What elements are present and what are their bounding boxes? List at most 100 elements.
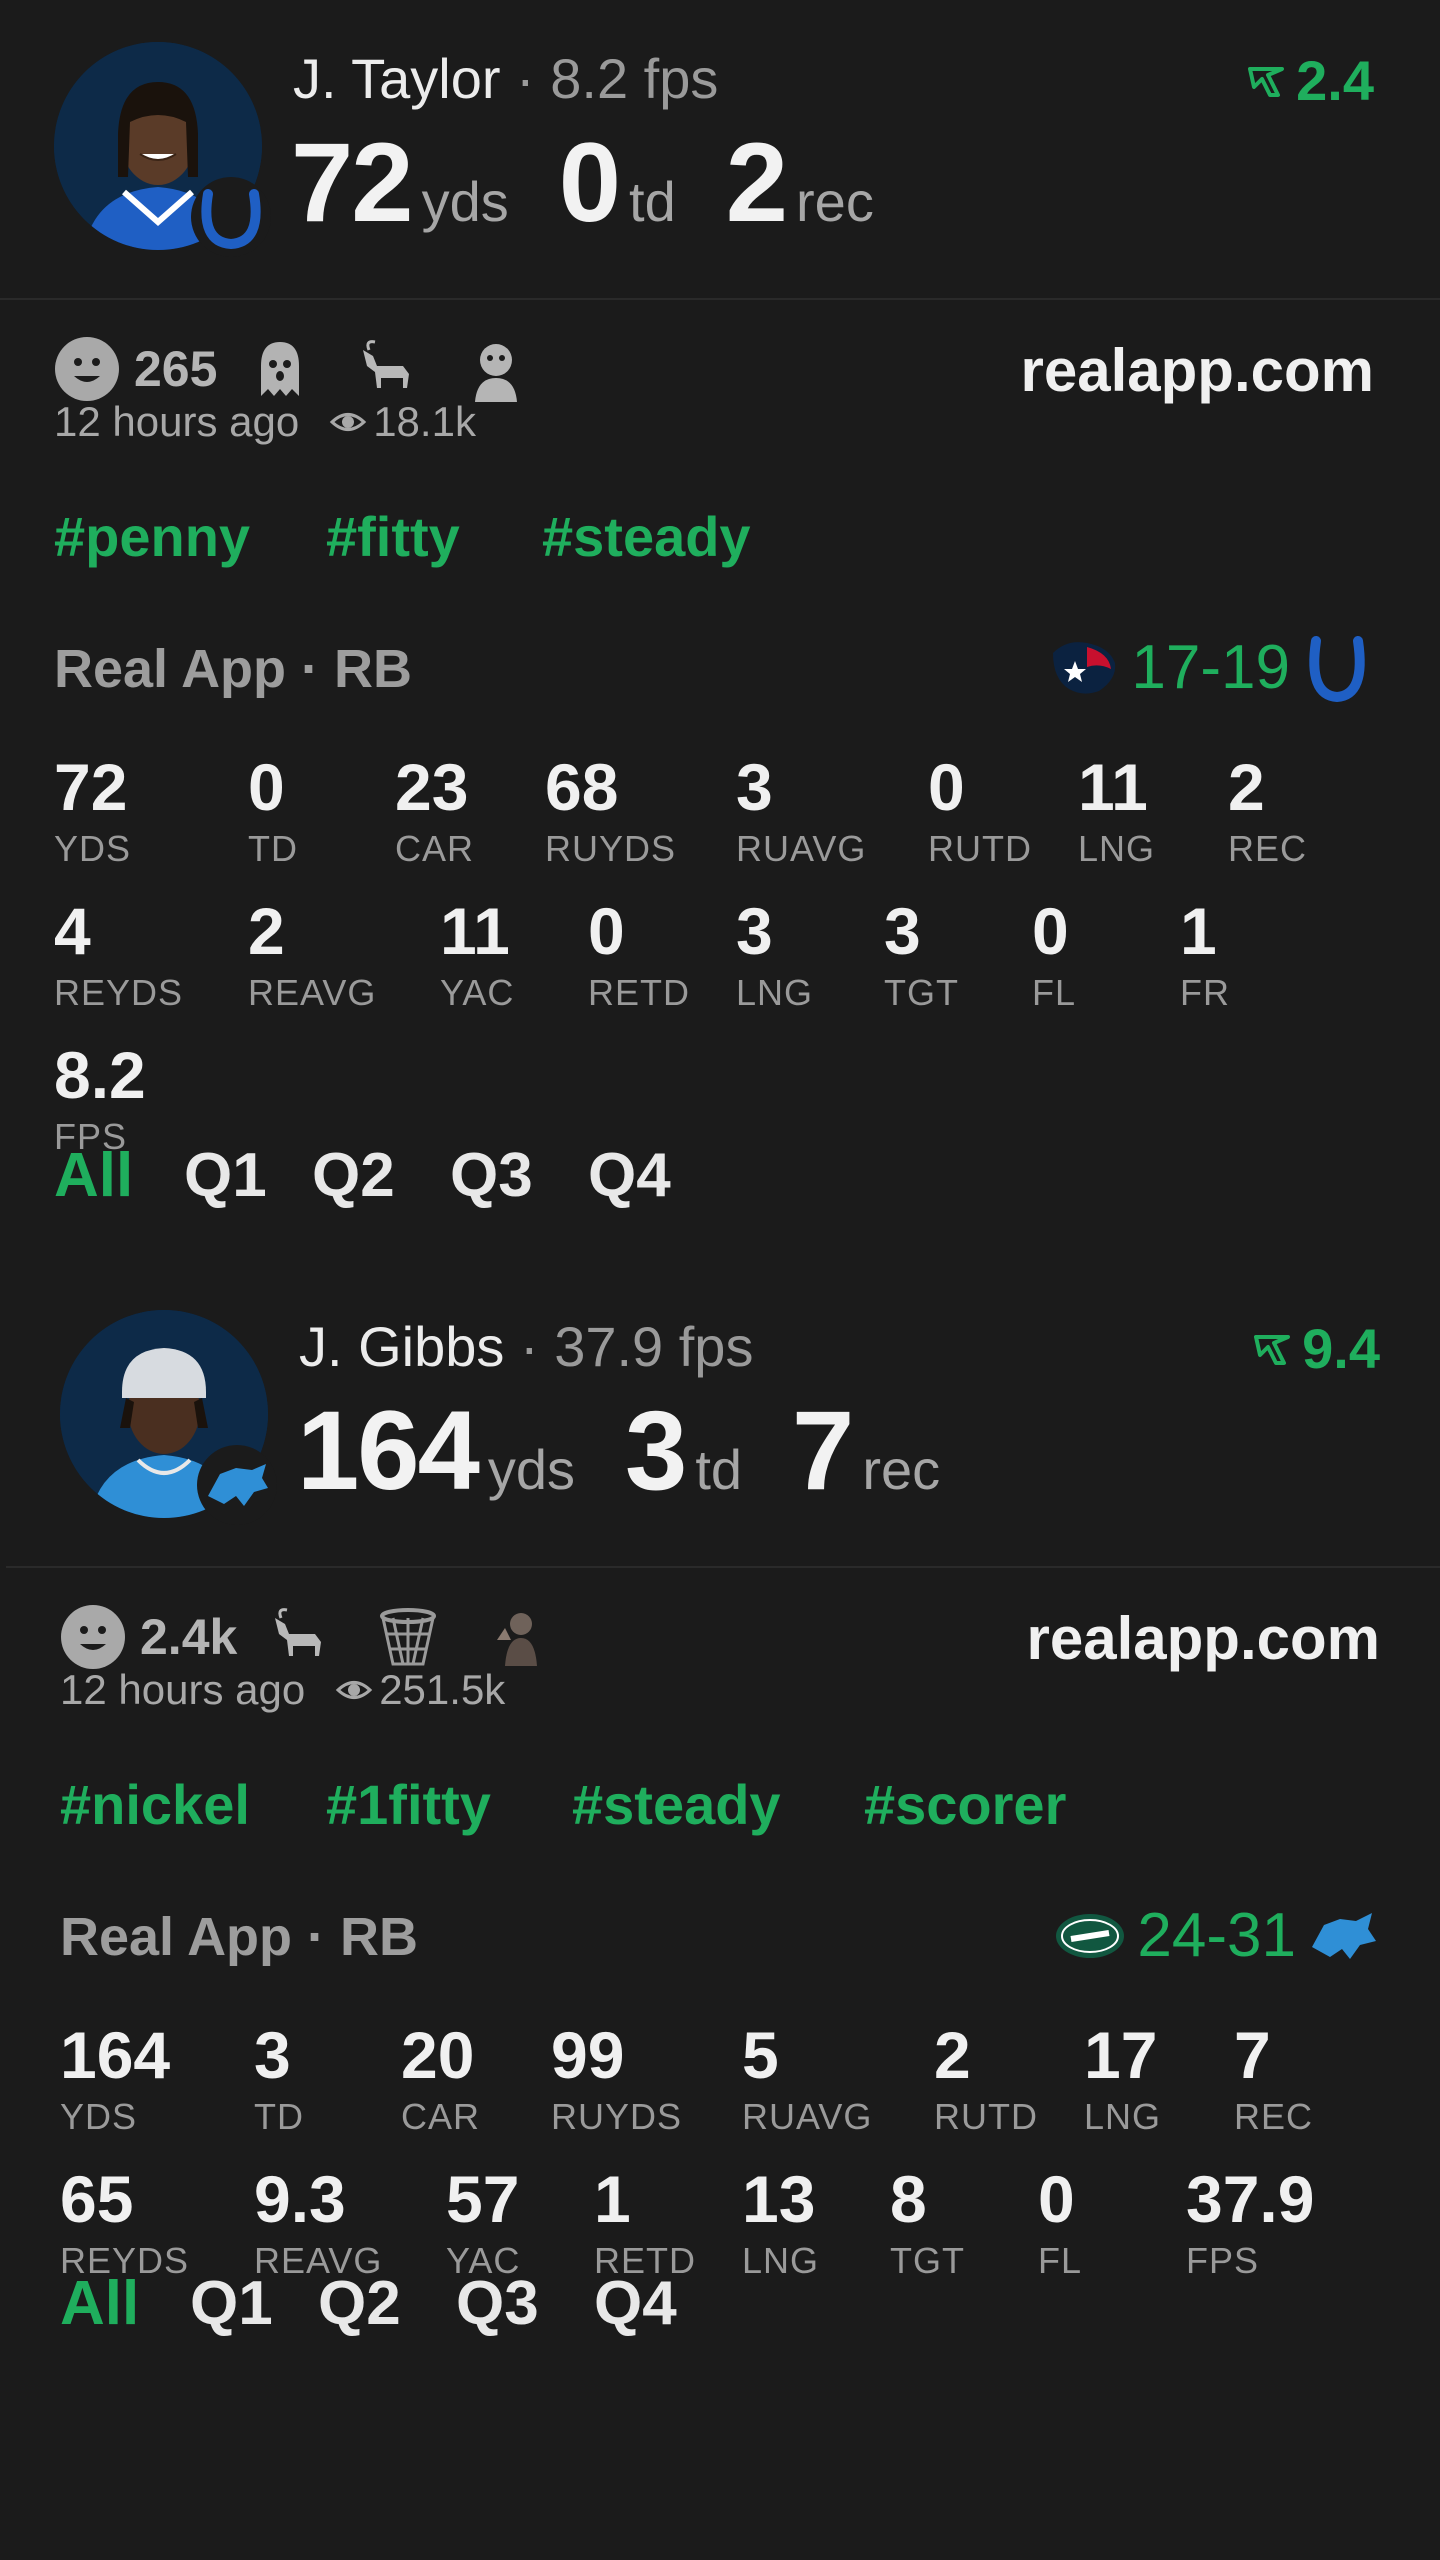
player-card-gibbs[interactable]: J. Gibbs · 37.9 fps 9.4 164 yds 3 td 7 r… — [0, 1268, 1440, 2382]
stat-label: TD — [248, 828, 298, 869]
stat-value: 99 — [551, 2018, 625, 2092]
tab-q3[interactable]: Q3 — [450, 1140, 533, 1211]
stat-cell: 99 RUYDS — [551, 2022, 682, 2138]
stat-value: 72 — [54, 750, 128, 824]
player-header[interactable]: J. Gibbs · 37.9 fps 9.4 164 yds 3 td 7 r… — [6, 1268, 1440, 1568]
player-name: J. Gibbs — [299, 1315, 505, 1378]
stat-cell: 0 RETD — [588, 898, 690, 1014]
stat-value: 164 — [60, 2018, 171, 2092]
trend-indicator: 2.4 — [1246, 48, 1374, 113]
stat-label: RETD — [588, 972, 690, 1013]
hashtag[interactable]: #nickel — [60, 1772, 250, 1837]
game-score[interactable]: 24-31 — [1053, 1900, 1380, 1971]
game-score[interactable]: 17-19 — [1047, 632, 1374, 703]
stat-label: FR — [1180, 972, 1230, 1013]
reaction-list[interactable]: 265 — [54, 336, 571, 402]
summary-td: 3 — [625, 1388, 687, 1513]
stat-label: YDS — [60, 2096, 138, 2137]
stat-value: 2 — [934, 2018, 971, 2092]
tab-q4[interactable]: Q4 — [594, 2268, 677, 2339]
trend-value: 9.4 — [1302, 1317, 1380, 1380]
jets-logo — [1056, 1913, 1125, 1958]
person-icon[interactable] — [483, 1604, 549, 1670]
trend-value: 2.4 — [1296, 49, 1374, 112]
smiley-icon[interactable] — [60, 1604, 126, 1670]
quarter-tabs: All Q1 Q2 Q3 Q4 — [6, 2262, 1440, 2382]
unit-yds: yds — [421, 170, 509, 233]
site-link[interactable]: realapp.com — [1027, 1604, 1380, 1673]
hashtag[interactable]: #steady — [572, 1772, 781, 1837]
post-meta: 12 hours ago 18.1k — [54, 398, 476, 446]
hashtag[interactable]: #penny — [54, 504, 250, 569]
trend-arrow-icon — [1254, 1334, 1291, 1365]
tab-q3[interactable]: Q3 — [456, 2268, 539, 2339]
tab-q1[interactable]: Q1 — [190, 2268, 273, 2339]
stat-value: 11 — [440, 894, 510, 968]
quarter-tabs: All Q1 Q2 Q3 Q4 — [0, 1134, 1440, 1254]
tab-all[interactable]: All — [54, 1140, 133, 1211]
stat-label: RUYDS — [545, 828, 677, 869]
player-header[interactable]: J. Taylor · 8.2 fps 2.4 72 yds 0 td 2 re… — [0, 0, 1440, 300]
stat-value: 9.3 — [254, 2162, 346, 2236]
stat-value: 2 — [248, 894, 285, 968]
hashtag[interactable]: #1fitty — [326, 1772, 491, 1837]
stat-label: LNG — [1084, 2096, 1162, 2137]
hashtag[interactable]: #fitty — [326, 504, 460, 569]
eye-icon — [336, 1681, 373, 1699]
reaction-count: 2.4k — [140, 1609, 238, 1665]
tab-q4[interactable]: Q4 — [588, 1140, 671, 1211]
stat-cell: 72 YDS — [54, 754, 131, 870]
goat-icon[interactable] — [355, 336, 421, 402]
monkey-icon[interactable] — [463, 336, 529, 402]
unit-rec: rec — [862, 1438, 941, 1501]
tab-all[interactable]: All — [60, 2268, 139, 2339]
goat-icon[interactable] — [267, 1604, 333, 1670]
stat-value: 7 — [1234, 2018, 1271, 2092]
stat-label: TGT — [884, 972, 959, 1013]
stat-label: RUYDS — [551, 2096, 683, 2137]
stat-value: 0 — [248, 750, 285, 824]
stat-cell: 5 RUAVG — [742, 2022, 872, 2138]
stat-cell: 17 LNG — [1084, 2022, 1161, 2138]
stat-cell: 0 RUTD — [928, 754, 1032, 870]
stat-label: RUAVG — [736, 828, 867, 869]
unit-td: td — [695, 1438, 743, 1501]
hashtag-row: #nickel #1fitty #steady #scorer — [6, 1708, 1440, 1886]
reaction-count: 265 — [134, 341, 218, 397]
stat-label: REC — [1228, 828, 1308, 869]
site-link[interactable]: realapp.com — [1021, 336, 1374, 405]
stat-value: 1 — [594, 2162, 631, 2236]
source-position: Real App · RB — [54, 639, 413, 699]
fantasy-points: 8.2 fps — [550, 47, 719, 110]
reaction-list[interactable]: 2.4k — [60, 1604, 591, 1670]
player-card-taylor[interactable]: J. Taylor · 8.2 fps 2.4 72 yds 0 td 2 re… — [0, 0, 1440, 1254]
stat-value: 65 — [60, 2162, 134, 2236]
hashtag-row: #penny #fitty #steady — [0, 440, 1440, 618]
tab-q2[interactable]: Q2 — [312, 1140, 395, 1211]
summary-rec: 7 — [792, 1388, 854, 1513]
stat-cell: 1 FR — [1180, 898, 1230, 1014]
stat-cell: 3 LNG — [736, 898, 813, 1014]
ghost-icon[interactable] — [247, 336, 313, 402]
hashtag[interactable]: #steady — [542, 504, 751, 569]
game-info-row: Real App · RB 24-31 — [6, 1886, 1440, 1982]
hashtag[interactable]: #scorer — [864, 1772, 1066, 1837]
stat-value: 0 — [1038, 2162, 1075, 2236]
stat-value: 3 — [736, 894, 773, 968]
stat-value: 3 — [254, 2018, 291, 2092]
texans-logo — [1053, 641, 1116, 694]
trend-indicator: 9.4 — [1252, 1316, 1380, 1381]
reactions-row: 265 realapp.com 12 hours ago 18.1k — [0, 300, 1440, 445]
tab-q1[interactable]: Q1 — [184, 1140, 267, 1211]
stat-cell: 2 RUTD — [934, 2022, 1038, 2138]
post-time: 12 hours ago — [60, 1666, 306, 1713]
stat-cell: 0 TD — [248, 754, 298, 870]
smiley-icon[interactable] — [54, 336, 120, 402]
tab-q2[interactable]: Q2 — [318, 2268, 401, 2339]
basketball-net-icon[interactable] — [375, 1604, 441, 1670]
game-info-row: Real App · RB 17-19 — [0, 618, 1440, 714]
stat-label: RUTD — [934, 2096, 1038, 2137]
stat-label: YAC — [440, 972, 515, 1013]
eye-icon — [330, 413, 367, 431]
stat-value: 23 — [395, 750, 469, 824]
